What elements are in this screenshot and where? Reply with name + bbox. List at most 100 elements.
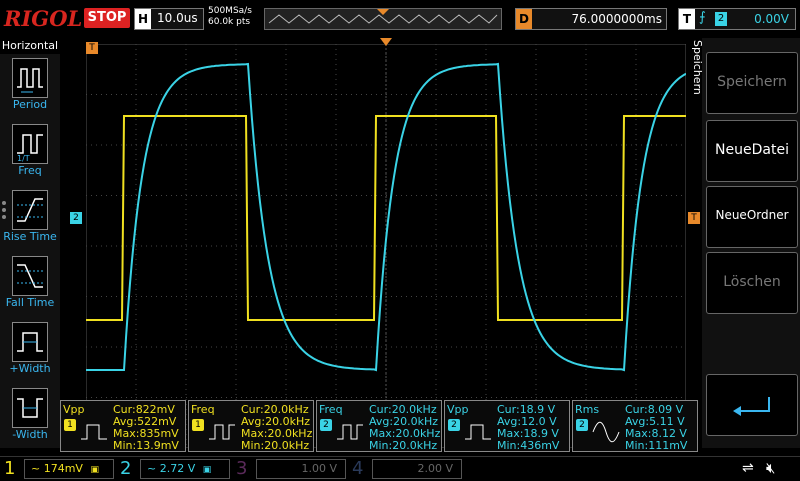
menu-item-period[interactable]: Period bbox=[0, 58, 60, 122]
vpp-icon bbox=[465, 424, 491, 440]
ch2-ground-marker[interactable]: 2 bbox=[70, 212, 82, 224]
channel-scale-box: ~ 2.72 V ▣ bbox=[140, 459, 230, 479]
delete-button[interactable]: Löschen bbox=[706, 252, 798, 314]
measurement-max: Max:8.12 V bbox=[625, 427, 687, 440]
menu-item-fall-time[interactable]: Fall Time bbox=[0, 256, 60, 320]
measurement-min: Min:436mV bbox=[497, 439, 560, 452]
speaker-muted-icon[interactable]: 🔇︎ bbox=[766, 459, 775, 477]
freq-icon: 1/T bbox=[12, 124, 48, 164]
measurement-channel-badge: 2 bbox=[576, 419, 588, 431]
run-stop-status[interactable]: STOP bbox=[84, 8, 130, 28]
horizontal-label: H bbox=[135, 9, 151, 29]
channel-scale: 2.00 V bbox=[372, 459, 462, 479]
channel-3-status[interactable]: 3 1.00 V bbox=[232, 457, 348, 481]
channel-2-status[interactable]: 2 ~ 2.72 V ▣ bbox=[116, 457, 232, 481]
measurement-name: Freq bbox=[319, 403, 343, 416]
measurement-channel-badge: 1 bbox=[64, 419, 76, 431]
channel-number: 4 bbox=[352, 458, 364, 479]
delay-value: 76.0000000ms bbox=[571, 12, 662, 26]
pos-width-icon bbox=[12, 322, 48, 362]
bandwidth-limit-icon: ▣ bbox=[90, 465, 99, 475]
waveform-memory-bar[interactable] bbox=[264, 8, 502, 30]
measurement-channel-badge: 2 bbox=[448, 419, 460, 431]
measurement-cur: Cur:20.0kHz bbox=[369, 403, 437, 416]
menu-label-period: Period bbox=[12, 98, 48, 111]
new-folder-button[interactable]: NeueOrdner bbox=[706, 186, 798, 248]
delete-button-label: Löschen bbox=[723, 274, 781, 290]
menu-label-neg-width: -Width bbox=[12, 428, 48, 441]
channel-status-bar: 1 ~ 174mV ▣ 2 ~ 2.72 V ▣ 3 1.00 V 4 2.00… bbox=[0, 456, 800, 481]
menu-label-pos-width: +Width bbox=[9, 362, 51, 375]
trigger-level: 0.00V bbox=[754, 12, 789, 26]
timebase-value: 10.0us bbox=[157, 11, 198, 25]
measurement-panel: Vpp 1 Cur:822mV Avg:522mV Max:835mV Min:… bbox=[60, 398, 698, 452]
measurement-min: Min:20.0kHz bbox=[369, 439, 438, 452]
trigger-box[interactable]: T ⨍ 2 0.00V bbox=[678, 8, 796, 30]
waveform-grid bbox=[85, 43, 687, 449]
measurement-min: Min:111mV bbox=[625, 439, 688, 452]
vpp-icon bbox=[81, 424, 107, 440]
measurement-name: Freq bbox=[191, 403, 215, 416]
menu-item-freq[interactable]: 1/T Freq bbox=[0, 124, 60, 188]
measurement-freq-ch1[interactable]: Freq 1 Cur:20.0kHz Avg:20.0kHz Max:20.0k… bbox=[188, 400, 314, 452]
menu-item-rise-time[interactable]: Rise Time bbox=[0, 190, 60, 254]
measurement-min: Min:13.9mV bbox=[113, 439, 179, 452]
new-file-button[interactable]: NeueDatei bbox=[706, 120, 798, 182]
menu-label-fall-time: Fall Time bbox=[5, 296, 55, 309]
horizontal-position-marker[interactable]: T bbox=[86, 42, 98, 54]
fall-time-icon bbox=[12, 256, 48, 296]
channel-number: 1 bbox=[4, 458, 16, 479]
measurement-avg: Avg:20.0kHz bbox=[241, 415, 310, 428]
menu-item-pos-width[interactable]: +Width bbox=[0, 322, 60, 386]
channel-number: 3 bbox=[236, 458, 248, 479]
new-file-button-label: NeueDatei bbox=[715, 142, 789, 158]
save-button[interactable]: Speichern bbox=[706, 52, 798, 114]
rise-time-icon bbox=[12, 190, 48, 230]
coupling-icon: ~ bbox=[31, 462, 41, 475]
svg-text:1/T: 1/T bbox=[17, 154, 30, 163]
channel-scale-box: ~ 174mV ▣ bbox=[24, 459, 114, 479]
usb-icon: ⇌ bbox=[742, 460, 754, 476]
delay-box[interactable]: D 76.0000000ms bbox=[515, 8, 667, 30]
bandwidth-limit-icon: ▣ bbox=[202, 465, 212, 475]
channel-number: 2 bbox=[120, 458, 132, 479]
delay-label: D bbox=[516, 9, 532, 29]
save-button-label: Speichern bbox=[717, 74, 787, 90]
measurement-name: Rms bbox=[575, 403, 600, 416]
channel-scale: 1.00 V bbox=[256, 459, 346, 479]
menu-title: Horizontal bbox=[0, 38, 60, 54]
timebase-box[interactable]: H 10.0us bbox=[134, 8, 204, 30]
measurement-max: Max:20.0kHz bbox=[369, 427, 441, 440]
channel-1-status[interactable]: 1 ~ 174mV ▣ bbox=[0, 457, 116, 481]
rising-edge-icon: ⨍ bbox=[699, 10, 706, 25]
freq-icon bbox=[337, 424, 363, 440]
measurement-avg: Avg:522mV bbox=[113, 415, 177, 428]
waveform-display[interactable] bbox=[85, 43, 687, 449]
menu-page-dots bbox=[2, 198, 8, 228]
measurement-max: Max:20.0kHz bbox=[241, 427, 313, 440]
channel-scale: 174mV bbox=[43, 462, 83, 475]
menu-item-neg-width[interactable]: -Width bbox=[0, 388, 60, 452]
new-folder-button-label: NeueOrdner bbox=[715, 208, 789, 222]
measurement-max: Max:835mV bbox=[113, 427, 179, 440]
measurement-min: Min:20.0kHz bbox=[241, 439, 310, 452]
measurement-vpp-ch1[interactable]: Vpp 1 Cur:822mV Avg:522mV Max:835mV Min:… bbox=[60, 400, 186, 452]
enter-arrow-icon bbox=[733, 397, 770, 416]
measurement-cur: Cur:8.09 V bbox=[625, 403, 684, 416]
trigger-position-marker[interactable] bbox=[380, 38, 392, 46]
horizontal-measure-menu: Horizontal Period 1/T Freq Rise Time Fal… bbox=[0, 38, 60, 448]
measurement-freq-ch2[interactable]: Freq 2 Cur:20.0kHz Avg:20.0kHz Max:20.0k… bbox=[316, 400, 442, 452]
trigger-level-marker[interactable]: T bbox=[688, 212, 700, 224]
sample-rate: 500MSa/s bbox=[208, 6, 252, 16]
top-status-bar: RIGOL STOP H 10.0us 500MSa/s 60.0k pts D… bbox=[0, 0, 800, 38]
measurement-vpp-ch2[interactable]: Vpp 2 Cur:18.9 V Avg:12.0 V Max:18.9 V M… bbox=[444, 400, 570, 452]
measurement-name: Vpp bbox=[63, 403, 85, 416]
sample-info: 500MSa/s 60.0k pts bbox=[208, 6, 252, 28]
measurement-cur: Cur:18.9 V bbox=[497, 403, 556, 416]
enter-button[interactable] bbox=[706, 374, 798, 436]
measurement-rms-ch2[interactable]: Rms 2 Cur:8.09 V Avg:5.11 V Max:8.12 V M… bbox=[572, 400, 698, 452]
measurement-cur: Cur:20.0kHz bbox=[241, 403, 309, 416]
menu-label-freq: Freq bbox=[18, 164, 42, 177]
channel-4-status[interactable]: 4 2.00 V bbox=[348, 457, 464, 481]
measurement-channel-badge: 1 bbox=[192, 419, 204, 431]
